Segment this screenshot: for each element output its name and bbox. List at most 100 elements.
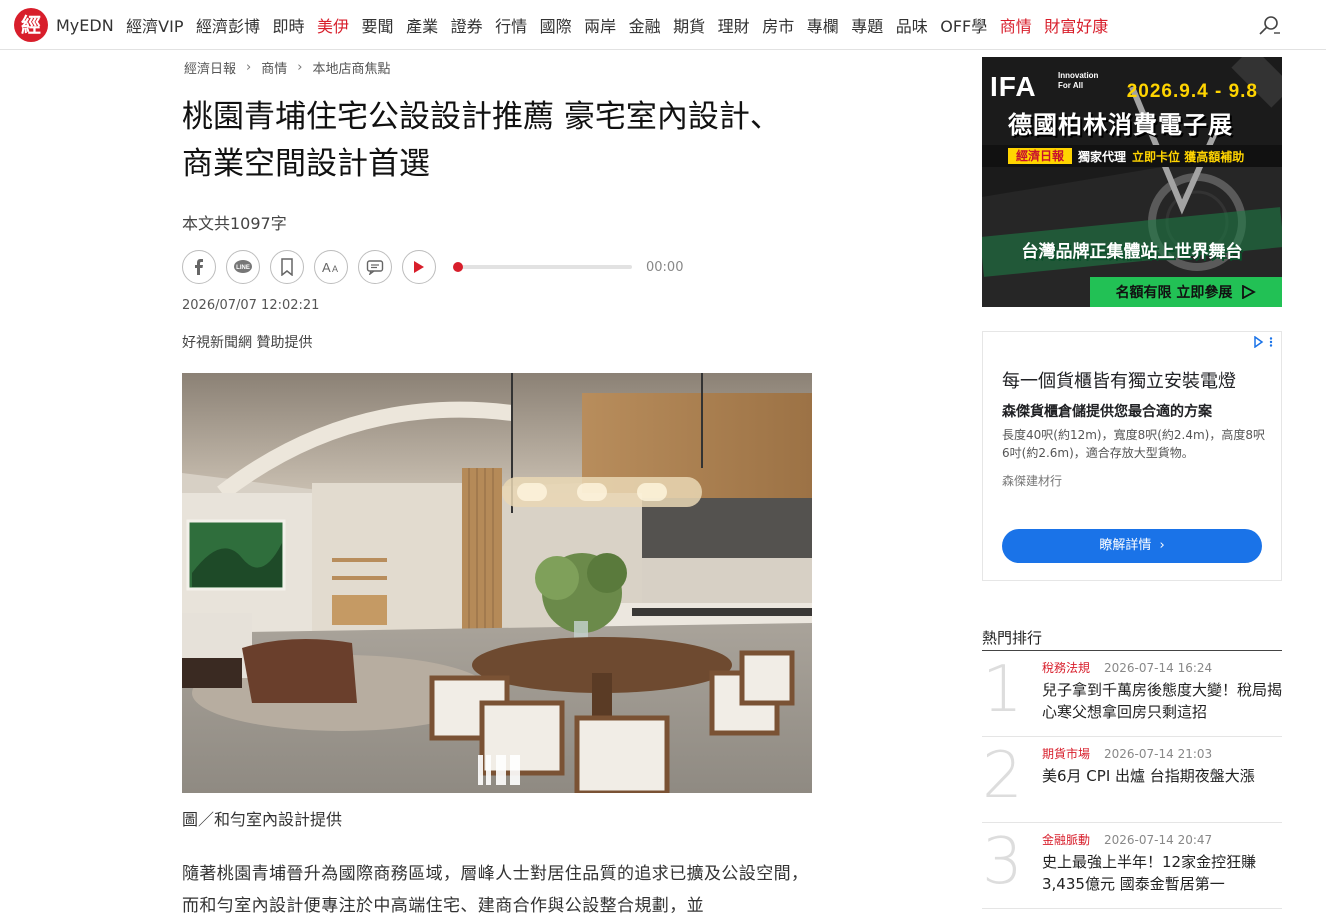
comment-button[interactable] [358,250,392,284]
line-icon: LINE [234,260,252,273]
breadcrumb: 經濟日報 › 商情 › 本地店商焦點 [184,58,390,77]
rank-headline[interactable]: 兒子拿到千萬房後態度大變！稅局揭心寒父想拿回房只剩這招 [1042,679,1282,723]
chevron-right-icon: › [1159,538,1165,553]
image-caption: 圖／和勻室內設計提供 [182,810,343,829]
rank-number: 1 [982,653,1023,727]
line-share-button[interactable]: LINE [226,250,260,284]
svg-text:A: A [322,260,331,275]
adchoices-icon[interactable] [1253,335,1275,351]
nav-item[interactable]: 經濟彭博 [196,13,260,37]
learn-more-button[interactable]: 瞭解詳情 › [1002,529,1262,563]
chevron-right-icon: › [246,59,252,75]
rank-meta: 稅務法規 2026-07-14 16:24 [1042,659,1212,676]
rank-number: 3 [982,825,1023,899]
breadcrumb-item[interactable]: 商情 [261,58,287,77]
ifa-tagline: Innovation For All [1058,71,1098,91]
nav-item[interactable]: 專欄 [807,13,839,37]
ifa-slogan: 台灣品牌正集體站上世界舞台 [1021,242,1243,262]
play-icon [414,261,424,273]
rank-headline[interactable]: 史上最強上半年！12家金控狂賺3,435億元 國泰金暫居第一 [1042,851,1282,895]
rank-time: 2026-07-14 21:03 [1104,747,1213,761]
ifa-tagline-line: Innovation [1058,71,1099,80]
sponsor-credit: 好視新聞網 贊助提供 [182,335,313,351]
nav-item[interactable]: 理財 [718,13,750,37]
play-audio-button[interactable] [402,250,436,284]
nav-item[interactable]: 財富好康 [1044,13,1108,37]
breadcrumb-item[interactable]: 經濟日報 [184,58,236,77]
font-size-icon: A A [322,260,338,275]
audio-progress-handle[interactable] [453,262,463,272]
ifa-tagline-line: For All [1058,81,1084,90]
rank-category[interactable]: 金融脈動 [1042,833,1090,847]
nav-item[interactable]: 證券 [451,13,483,37]
nav-item[interactable]: 要聞 [362,13,394,37]
nav-item[interactable]: 金融 [629,13,661,37]
ifa-subsidy-text: 立即卡位 獲高額補助 [1132,149,1245,164]
article-image [182,373,812,793]
chevron-right-icon: › [297,59,303,75]
ifa-cta-button[interactable]: 名額有限 立即參展 [1090,277,1282,307]
nav-item[interactable]: 國際 [540,13,572,37]
ifa-cta-label: 名額有限 立即參展 [1115,285,1233,301]
font-size-button[interactable]: A A [314,250,348,284]
search-icon[interactable] [1258,14,1280,36]
word-count: 本文共1097字 [182,214,287,233]
nav-item[interactable]: MyEDN [56,16,114,35]
comment-icon [366,260,384,275]
rank-meta: 期貨市場 2026-07-14 21:03 [1042,745,1212,762]
nav-item[interactable]: OFF學 [940,13,987,37]
ad-advertiser: 森傑建材行 [1002,474,1063,488]
main-menu: MyEDN 經濟VIP 經濟彭博 即時 美伊 要聞 產業 證券 行情 國際 兩岸 金融 期貨 理財 房市 專欄… [56,0,1121,50]
publish-date: 2026/07/07 12:02:21 [182,298,320,313]
ranking-item[interactable]: 1 稅務法規 2026-07-14 16:24 兒子拿到千萬房後態度大變！稅局揭心寒父… [982,651,1282,737]
nav-item[interactable]: 品味 [896,13,928,37]
ranking-item[interactable]: 2 期貨市場 2026-07-14 21:03 美6月 CPI 出爐 台指期夜盤大漲 [982,737,1282,823]
nav-item[interactable]: 產業 [406,13,438,37]
rank-headline[interactable]: 美6月 CPI 出爐 台指期夜盤大漲 [1042,765,1282,787]
nav-item[interactable]: 經濟VIP [126,13,183,37]
bookmark-button[interactable] [270,250,304,284]
svg-text:LINE: LINE [236,265,250,271]
edn-brand-badge: 經濟日報 [1008,148,1073,164]
nav-item[interactable]: 美伊 [317,13,349,37]
play-icon [1242,285,1257,299]
rank-category[interactable]: 期貨市場 [1042,747,1090,761]
ranking-item[interactable]: 3 金融脈動 2026-07-14 20:47 史上最強上半年！12家金控狂賺3,43… [982,823,1282,909]
facebook-icon [195,259,203,275]
bookmark-icon [281,258,293,276]
top-navigation: 經 MyEDN 經濟VIP 經濟彭博 即時 美伊 要聞 產業 證券 行情 國際 兩岸 金融 期貨 理財 房市… [0,0,1326,50]
nav-item[interactable]: 行情 [495,13,527,37]
nav-item[interactable]: 商情 [1000,13,1032,37]
nav-item[interactable]: 兩岸 [584,13,616,37]
ifa-agent-text: 獨家代理 [1078,149,1127,164]
rank-meta: 金融脈動 2026-07-14 20:47 [1042,831,1212,848]
rank-time: 2026-07-14 20:47 [1104,833,1213,847]
display-advertisement[interactable]: 每一個貨櫃皆有獨立安裝電燈 森傑貨櫃倉儲提供您最合適的方案 長度40呎(約12m… [982,331,1282,581]
ifa-logo: IFA [990,71,1037,102]
popular-ranking-title: 熱門排行 [982,627,1282,651]
ad-subheadline[interactable]: 森傑貨櫃倉儲提供您最合適的方案 [1002,401,1212,421]
learn-more-label: 瞭解詳情 [1099,538,1152,553]
article-body: 隨著桃園青埔晉升為國際商務區域，層峰人士對居住品質的追求已擴及公設空間，而和勻室… [182,864,809,916]
rank-number: 2 [982,739,1023,813]
interior-photo [182,373,812,793]
audio-time: 00:00 [646,259,684,275]
nav-item[interactable]: 期貨 [673,13,705,37]
rank-time: 2026-07-14 16:24 [1104,661,1213,675]
article-toolbar: LINE A A 00:00 [182,250,683,284]
facebook-share-button[interactable] [182,250,216,284]
nav-item[interactable]: 專題 [851,13,883,37]
article-title: 桃園青埔住宅公設設計推薦 豪宅室內設計、商業空間設計首選 [182,99,781,182]
ifa-info-bar: 經濟日報 獨家代理 立即卡位 獲高額補助 [982,145,1282,167]
ad-headline[interactable]: 每一個貨櫃皆有獨立安裝電燈 [1002,367,1236,393]
audio-progress-slider[interactable] [453,262,632,272]
svg-text:A: A [332,264,338,274]
ifa-date: 2026.9.4 - 9.8 [1126,81,1258,102]
site-logo[interactable]: 經 [14,8,48,42]
ifa-headline: 德國柏林消費電子展 [1008,111,1233,139]
ifa-advertisement[interactable]: IFA Innovation For All 2026.9.4 - 9.8 德國… [982,57,1282,307]
nav-item[interactable]: 房市 [762,13,794,37]
rank-category[interactable]: 稅務法規 [1042,661,1090,675]
breadcrumb-item[interactable]: 本地店商焦點 [312,58,390,77]
nav-item[interactable]: 即時 [273,13,305,37]
